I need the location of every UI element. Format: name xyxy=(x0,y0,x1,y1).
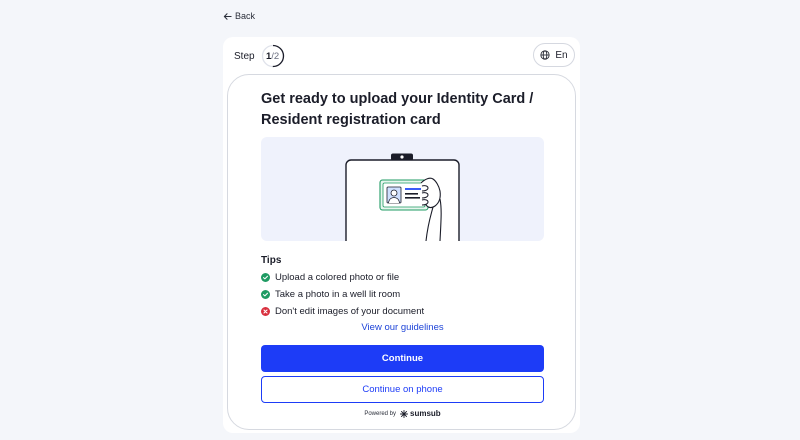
step-label: Step xyxy=(234,50,255,62)
step-indicator: Step 1/2 xyxy=(234,44,285,68)
globe-icon xyxy=(540,50,550,60)
page-title: Get ready to upload your Identity Card /… xyxy=(261,91,534,128)
tip-item: Upload a colored photo or file xyxy=(261,272,399,283)
tip-item: Take a photo in a well lit room xyxy=(261,289,400,300)
arrow-left-icon xyxy=(223,12,232,20)
view-guidelines-link[interactable]: View our guidelines xyxy=(228,322,577,333)
tips-heading: Tips xyxy=(261,255,282,266)
verification-panel: Step 1/2 En Get ready to upload your Ide… xyxy=(223,37,580,433)
tip-text: Don't edit images of your document xyxy=(275,306,425,317)
step-progress-ring: 1/2 xyxy=(261,44,285,68)
language-selector[interactable]: En xyxy=(533,43,575,67)
powered-by: Powered by sumsub xyxy=(228,409,577,418)
tip-text: Upload a colored photo or file xyxy=(275,272,400,283)
check-circle-icon xyxy=(261,273,270,282)
continue-on-phone-button[interactable]: Continue on phone xyxy=(261,376,544,403)
brand-logo: sumsub xyxy=(400,409,441,418)
id-card-illustration xyxy=(261,137,544,241)
brand-name: sumsub xyxy=(410,409,441,418)
check-circle-icon xyxy=(261,290,270,299)
powered-by-label: Powered by xyxy=(364,410,396,417)
phone-with-id-card-icon xyxy=(345,153,460,241)
sumsub-logo-icon xyxy=(400,409,408,418)
x-circle-icon xyxy=(261,307,270,316)
back-label: Back xyxy=(235,11,256,21)
tip-text: Take a photo in a well lit room xyxy=(275,289,401,300)
document-card: Get ready to upload your Identity Card /… xyxy=(227,74,576,430)
step-total: /2 xyxy=(271,50,280,62)
tip-item: Don't edit images of your document xyxy=(261,306,424,317)
back-link[interactable]: Back xyxy=(223,11,255,21)
continue-button[interactable]: Continue xyxy=(261,345,544,372)
language-label: En xyxy=(555,49,568,61)
